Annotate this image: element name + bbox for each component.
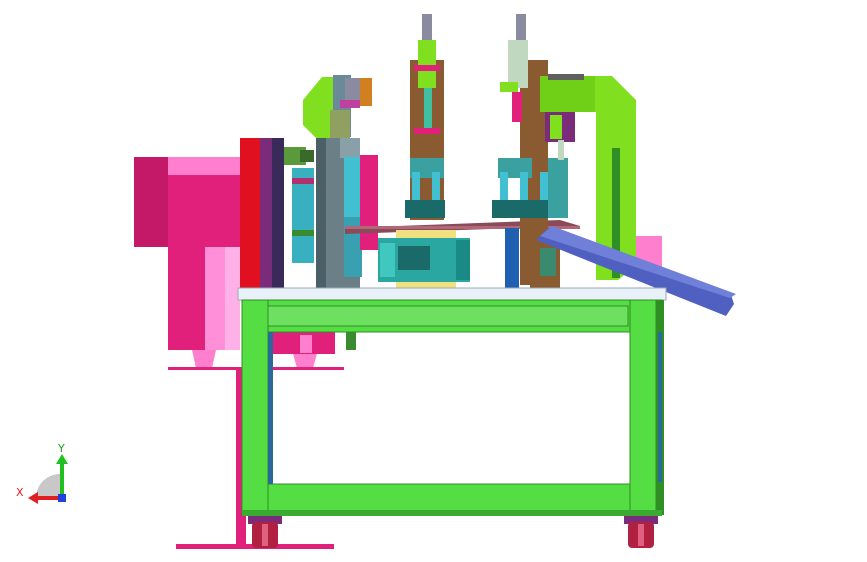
triad-z-axis (58, 494, 66, 502)
frame-right-leg (629, 299, 657, 516)
table-top-plate (237, 287, 667, 301)
triad-x-label: X (16, 486, 24, 499)
caster-right (624, 516, 658, 548)
machine-table[interactable] (237, 287, 667, 516)
press-station-left[interactable] (405, 14, 445, 220)
triad-plane-shading (36, 474, 60, 498)
left-transfer-arm[interactable] (303, 75, 372, 140)
frame-bottom-rail (267, 483, 631, 513)
red-side-panel (240, 138, 260, 290)
caster-left (248, 516, 282, 548)
orientation-triad: Y X (16, 442, 68, 504)
cad-3d-viewport[interactable]: Y X (0, 0, 867, 562)
purple-side-panel (260, 138, 272, 290)
drive-motor[interactable] (378, 230, 470, 288)
frame-left-leg (241, 299, 269, 516)
triad-y-label: Y (57, 442, 65, 455)
feeder-cone-left (192, 350, 216, 368)
